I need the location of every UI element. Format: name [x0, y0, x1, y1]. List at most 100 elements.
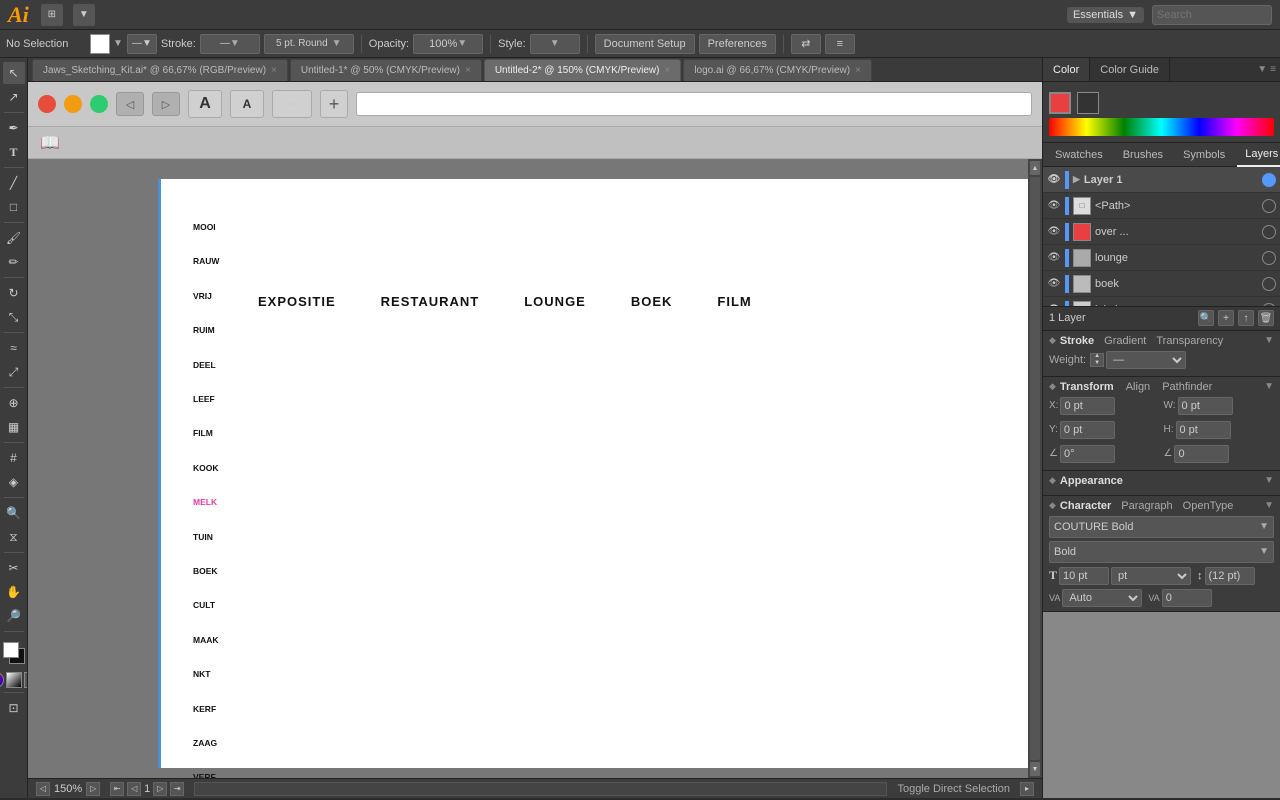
font-size-unit-select[interactable]: pt	[1111, 567, 1191, 585]
color-mode[interactable]	[0, 672, 4, 688]
stroke-style-dropdown[interactable]: 5 pt. Round ▼	[264, 34, 354, 54]
tab-logo[interactable]: logo.ai @ 66,67% (CMYK/Preview) ×	[683, 59, 872, 81]
layer-target-boek[interactable]	[1262, 277, 1276, 291]
gradient-tool[interactable]: ◈	[3, 471, 25, 493]
kerning-input[interactable]	[1162, 589, 1212, 607]
window-maximize-btn[interactable]	[90, 95, 108, 113]
pencil-tool[interactable]: ✏	[3, 251, 25, 273]
appearance-header[interactable]: ◆ Appearance ▼	[1049, 475, 1274, 487]
tab-untitled2[interactable]: Untitled-2* @ 150% (CMYK/Preview) ×	[484, 59, 682, 81]
layer-target-main[interactable]	[1262, 173, 1276, 187]
free-transform-tool[interactable]: ⤢	[3, 361, 25, 383]
layer-expand-icon[interactable]: ▶	[1073, 174, 1080, 185]
font-family-dropdown[interactable]: COUTURE Bold ▼	[1049, 516, 1274, 538]
stroke-panel-btn[interactable]: ▼	[1264, 335, 1274, 346]
tab-close-untitled2[interactable]: ×	[664, 65, 670, 76]
font-large-button[interactable]: A	[188, 90, 222, 118]
color-picker-area[interactable]	[1, 640, 27, 666]
eyedropper-tool[interactable]: 🔍	[3, 502, 25, 524]
layers-tab[interactable]: Layers	[1237, 143, 1280, 167]
workspace-switcher[interactable]: Essentials ▼	[1067, 7, 1144, 23]
stroke-weight-select[interactable]: —	[1106, 351, 1186, 369]
direct-selection-tool[interactable]: ↗	[3, 86, 25, 108]
mesh-tool[interactable]: #	[3, 447, 25, 469]
align-tab[interactable]: Align	[1126, 381, 1150, 393]
document-setup-button[interactable]: Document Setup	[595, 34, 695, 54]
transform-collapse-btn[interactable]: ◆	[1049, 381, 1056, 392]
color-spectrum[interactable]	[1049, 118, 1274, 136]
tab-jaws[interactable]: Jaws_Sketching_Kit.ai* @ 66,67% (RGB/Pre…	[32, 59, 288, 81]
window-close-btn[interactable]	[38, 95, 56, 113]
zoom-out-btn[interactable]: ▷	[86, 782, 100, 796]
tab-close-logo[interactable]: ×	[855, 65, 861, 76]
fill-stroke-area[interactable]: ▼	[90, 34, 123, 54]
panel-menu-icon[interactable]: ≡	[1270, 64, 1276, 75]
prev-page-btn[interactable]: ◁	[127, 782, 141, 796]
pen-tool[interactable]: ✒	[3, 117, 25, 139]
appearance-panel-btn[interactable]: ▼	[1264, 475, 1274, 486]
search-input[interactable]	[1152, 5, 1272, 25]
new-layer-btn[interactable]: +	[1218, 310, 1234, 326]
tab-close-jaws[interactable]: ×	[271, 65, 277, 76]
more-options[interactable]: ≡	[825, 34, 855, 54]
scroll-down-btn[interactable]: ▼	[1030, 762, 1040, 776]
layer-target-lounge[interactable]	[1262, 251, 1276, 265]
delete-layer-btn[interactable]: 🗑	[1258, 310, 1274, 326]
stroke-value[interactable]: — ▼	[200, 34, 260, 54]
warp-tool[interactable]: ≈	[3, 337, 25, 359]
type-tool[interactable]: T	[3, 141, 25, 163]
layer-target-over[interactable]	[1262, 225, 1276, 239]
last-page-btn[interactable]: ⇥	[170, 782, 184, 796]
vertical-scrollbar[interactable]: ▲ ▼	[1028, 159, 1042, 778]
y-input[interactable]	[1060, 421, 1115, 439]
arrange-icon[interactable]: ⇄	[791, 34, 821, 54]
transform-panel-btn[interactable]: ▼	[1264, 381, 1274, 392]
character-panel-btn[interactable]: ▼	[1264, 500, 1274, 511]
panel-icon[interactable]: ⊞	[41, 4, 63, 26]
horizontal-scrollbar[interactable]	[194, 782, 887, 796]
first-page-btn[interactable]: ⇤	[110, 782, 124, 796]
layer-eye-over[interactable]: 👁	[1047, 225, 1061, 239]
rectangle-tool[interactable]: □	[3, 196, 25, 218]
gradient-mode[interactable]	[6, 672, 22, 688]
fill-swatch[interactable]	[1049, 92, 1071, 114]
bookmarks-icon[interactable]: 📖	[38, 131, 62, 155]
brushes-tab[interactable]: Brushes	[1115, 143, 1171, 167]
line-tool[interactable]: ╱	[3, 172, 25, 194]
swatches-tab[interactable]: Swatches	[1047, 143, 1111, 167]
url-input[interactable]	[356, 92, 1032, 116]
character-collapse-btn[interactable]: ◆	[1049, 500, 1056, 511]
scale-tool[interactable]: ⤡	[3, 306, 25, 328]
pathfinder-tab[interactable]: Pathfinder	[1162, 381, 1212, 393]
blend-tool[interactable]: ⧖	[3, 526, 25, 548]
move-layer-btn[interactable]: ↑	[1238, 310, 1254, 326]
layer-eye-boek[interactable]: 👁	[1047, 277, 1061, 291]
layer-eye-path[interactable]: 👁	[1047, 199, 1061, 213]
hand-tool[interactable]: ✋	[3, 581, 25, 603]
window-minimize-btn[interactable]	[64, 95, 82, 113]
shear-input[interactable]	[1174, 445, 1229, 463]
selection-tool[interactable]: ↖	[3, 62, 25, 84]
layer-row-main[interactable]: 👁 ▶ Layer 1	[1043, 167, 1280, 193]
stroke-options[interactable]: — ▼	[127, 34, 157, 54]
stroke-weight-stepper[interactable]: ▲ ▼	[1090, 353, 1104, 367]
scissors-button[interactable]: ✂	[272, 90, 312, 118]
fill-color[interactable]	[90, 34, 110, 54]
tab-untitled1[interactable]: Untitled-1* @ 50% (CMYK/Preview) ×	[290, 59, 482, 81]
artboard-tool[interactable]: ⊡	[3, 697, 25, 719]
layer-row-lokale[interactable]: 👁 lokale...	[1043, 297, 1280, 306]
preferences-button[interactable]: Preferences	[699, 34, 776, 54]
style-dropdown[interactable]: ▼	[530, 34, 580, 54]
opacity-value[interactable]: 100% ▼	[413, 34, 483, 54]
zoom-in-btn[interactable]: ◁	[36, 782, 50, 796]
layer-eye-lounge[interactable]: 👁	[1047, 251, 1061, 265]
symbol-sprayer-tool[interactable]: ⊕	[3, 392, 25, 414]
font-size-input[interactable]	[1059, 567, 1109, 585]
color-guide-tab[interactable]: Color Guide	[1090, 58, 1170, 81]
h-input[interactable]	[1176, 421, 1231, 439]
scissors-tool[interactable]: ✂	[3, 557, 25, 579]
back-button[interactable]: ◁	[116, 92, 144, 116]
document-canvas[interactable]: MOOI RAUW VRIJ RUIM DEEL LEEF FILM KOOK …	[28, 159, 1042, 778]
gradient-tab[interactable]: Gradient	[1104, 335, 1146, 347]
foreground-color[interactable]	[3, 642, 19, 658]
